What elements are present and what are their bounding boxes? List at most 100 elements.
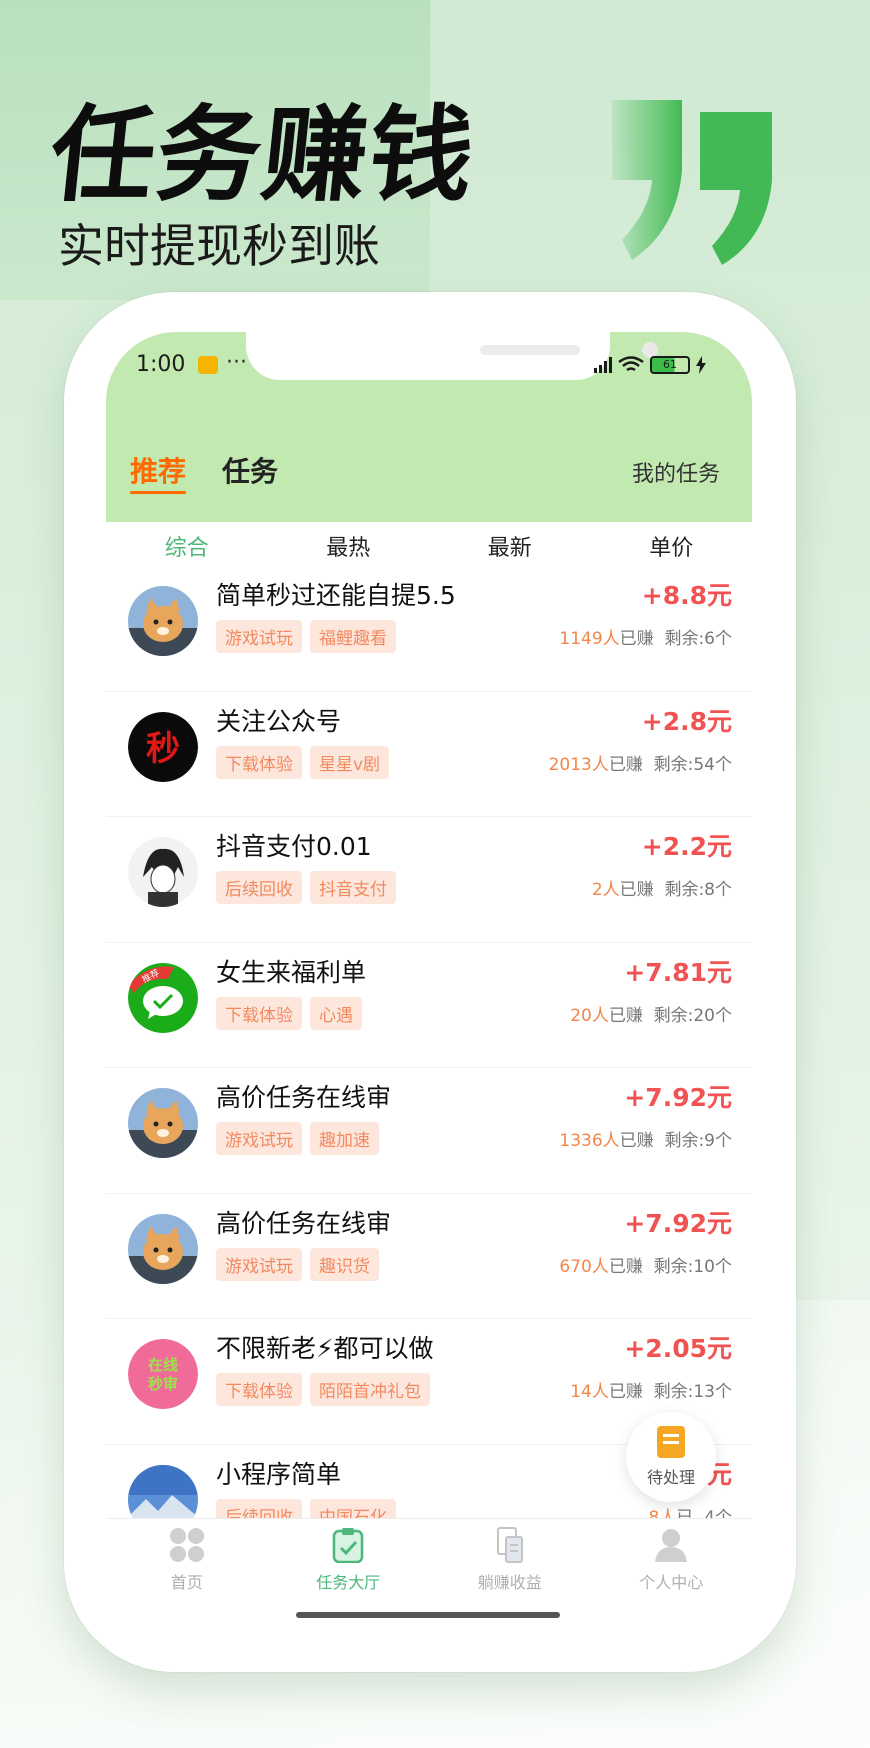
- tab-passive-income[interactable]: 躺赚收益: [429, 1519, 591, 1614]
- remaining-count: 剩余:13个: [653, 1382, 732, 1402]
- wifi-icon: [618, 356, 644, 372]
- my-tasks-link[interactable]: 我的任务: [632, 456, 720, 488]
- task-title: 小程序简单: [216, 1459, 342, 1489]
- remaining-count: 剩余:20个: [653, 1005, 732, 1026]
- task-tag: 趣加速: [310, 1122, 379, 1155]
- task-tag: 福鲤趣看: [310, 620, 396, 653]
- remaining-count: 剩余:9个: [664, 1131, 732, 1151]
- earned-count: 2人: [591, 880, 620, 900]
- phone-screen: 1:00 ··· 61 推荐 任务 我的任务 综合 最热 最新 单价 简单秒过还…: [106, 332, 752, 1632]
- earned-count: 2013人: [548, 754, 609, 775]
- task-price: +7.92元: [624, 1208, 732, 1238]
- signal-icon: [594, 357, 612, 373]
- remaining-count: 剩余:54个: [653, 754, 732, 775]
- earned-suffix: 已赚: [608, 1382, 643, 1402]
- task-row[interactable]: 推荐 女生来福利单 +7.81元 下载体验 心遇 20人已赚 剩余:20个: [106, 943, 752, 1068]
- task-stats: 1336人已赚 剩余:9个: [559, 1126, 732, 1151]
- task-tag: 游戏试玩: [216, 620, 302, 653]
- task-row[interactable]: 高价任务在线审 +7.92元 游戏试玩 趣加速 1336人已赚 剩余:9个: [106, 1068, 752, 1194]
- earned-count: 1336人: [559, 1131, 620, 1151]
- earned-suffix: 已赚: [619, 880, 654, 900]
- task-row[interactable]: 高价任务在线审 +7.92元 游戏试玩 趣识货 670人已赚 剩余:10个: [106, 1194, 752, 1319]
- notch: [246, 332, 658, 380]
- task-price: +2.8元: [641, 706, 732, 736]
- task-tag: 趣识货: [310, 1247, 379, 1281]
- tab-profile[interactable]: 个人中心: [591, 1519, 753, 1614]
- task-tags: 下载体验 心遇: [216, 996, 362, 1030]
- task-price: +8.8元: [641, 581, 732, 610]
- task-tag: 下载体验: [216, 745, 302, 779]
- task-price: +7.81元: [624, 957, 732, 987]
- manga-avatar: [128, 837, 198, 907]
- clipboard-check-icon: [333, 1528, 364, 1563]
- header-bar: 推荐 任务 我的任务: [106, 422, 752, 522]
- task-title: 关注公众号: [216, 706, 342, 736]
- tab-profile-label: 个人中心: [639, 1573, 704, 1592]
- earned-suffix: 已赚: [619, 629, 654, 649]
- task-title: 抖音支付0.01: [216, 832, 372, 861]
- more-notifications: ···: [226, 350, 247, 375]
- quote-mark-icon: [612, 100, 772, 265]
- task-title: 不限新老⚡都可以做: [216, 1334, 434, 1363]
- pink-avatar-text-2: 秒审: [148, 1375, 178, 1393]
- task-title: 女生来福利单: [216, 957, 367, 987]
- task-stats: 2013人已赚 剩余:54个: [549, 750, 732, 775]
- task-stats: 14人已赚 剩余:13个: [570, 1377, 732, 1402]
- task-tag: 游戏试玩: [216, 1247, 302, 1281]
- document-icon: [496, 1527, 523, 1563]
- task-stats: 2人已赚 剩余:8个: [592, 875, 732, 900]
- task-row[interactable]: 抖音支付0.01 +2.2元 后续回收 抖音支付 2人已赚 剩余:8个: [106, 817, 752, 943]
- earned-count: 14人: [570, 1382, 609, 1402]
- task-tags: 后续回收 抖音支付: [216, 871, 396, 904]
- task-price: +2.05元: [624, 1334, 732, 1363]
- status-bar: 1:00 ··· 61: [106, 332, 752, 422]
- pending-fab-button[interactable]: 待处理: [626, 1412, 716, 1502]
- pink-avatar-text-1: 在线: [148, 1356, 178, 1374]
- earned-suffix: 已赚: [608, 1005, 643, 1026]
- remaining-count: 剩余:10个: [653, 1256, 732, 1277]
- tab-tasks[interactable]: 任务: [222, 450, 278, 490]
- pending-fab-label: 待处理: [646, 1468, 695, 1487]
- task-title: 高价任务在线审: [216, 1208, 392, 1238]
- earned-suffix: 已赚: [608, 1256, 643, 1277]
- task-price: +7.92元: [624, 1083, 732, 1112]
- earned-count: 670人: [559, 1256, 609, 1277]
- task-tag: 陌陌首冲礼包: [310, 1373, 430, 1406]
- home-indicator[interactable]: [296, 1612, 560, 1618]
- task-tags: 游戏试玩 趣识货: [216, 1247, 379, 1281]
- task-tag: 游戏试玩: [216, 1122, 302, 1155]
- earned-count: 20人: [570, 1005, 609, 1026]
- hero-title: 任务赚钱: [44, 94, 482, 216]
- person-icon: [655, 1529, 688, 1562]
- earned-suffix: 已赚: [619, 1131, 654, 1151]
- system-icons: 61: [594, 354, 706, 376]
- red-badge-avatar: 秒: [128, 711, 198, 782]
- speaker: [480, 345, 580, 355]
- task-stats: 1149人已赚 剩余:6个: [559, 624, 732, 649]
- hero-subtitle: 实时提现秒到账: [58, 219, 380, 273]
- earned-count: 1149人: [559, 629, 620, 649]
- cat-avatar: [128, 586, 198, 656]
- tab-home[interactable]: 首页: [106, 1519, 268, 1614]
- task-stats: 670人已赚 剩余:10个: [559, 1252, 732, 1277]
- task-tag: 后续回收: [216, 871, 302, 904]
- grid-icon: [169, 1528, 204, 1562]
- status-time: 1:00: [136, 352, 186, 377]
- tab-home-label: 首页: [170, 1573, 203, 1592]
- tab-task-hall[interactable]: 任务大厅: [268, 1519, 430, 1614]
- task-tag: 心遇: [310, 996, 362, 1030]
- notification-icon: [198, 356, 218, 374]
- cat-avatar: [128, 1088, 198, 1158]
- bottom-tab-bar: 首页 任务大厅 躺赚收益 个人中心: [106, 1518, 752, 1614]
- tab-recommend[interactable]: 推荐: [130, 450, 187, 494]
- task-stats: 20人已赚 剩余:20个: [570, 1001, 732, 1026]
- red-badge-text: 秒: [146, 729, 180, 769]
- task-row[interactable]: 简单秒过还能自提5.5 +8.8元 游戏试玩 福鲤趣看 1149人已赚 剩余:6…: [106, 566, 752, 692]
- task-title: 简单秒过还能自提5.5: [216, 581, 456, 610]
- task-tags: 游戏试玩 福鲤趣看: [216, 620, 396, 653]
- tab-passive-income-label: 躺赚收益: [477, 1573, 542, 1592]
- task-tag: 下载体验: [216, 996, 302, 1030]
- cat-avatar: [128, 1213, 198, 1284]
- task-tags: 下载体验 陌陌首冲礼包: [216, 1373, 430, 1406]
- task-row[interactable]: 秒 关注公众号 +2.8元 下载体验 星星v剧 2013人已赚 剩余:54个: [106, 692, 752, 817]
